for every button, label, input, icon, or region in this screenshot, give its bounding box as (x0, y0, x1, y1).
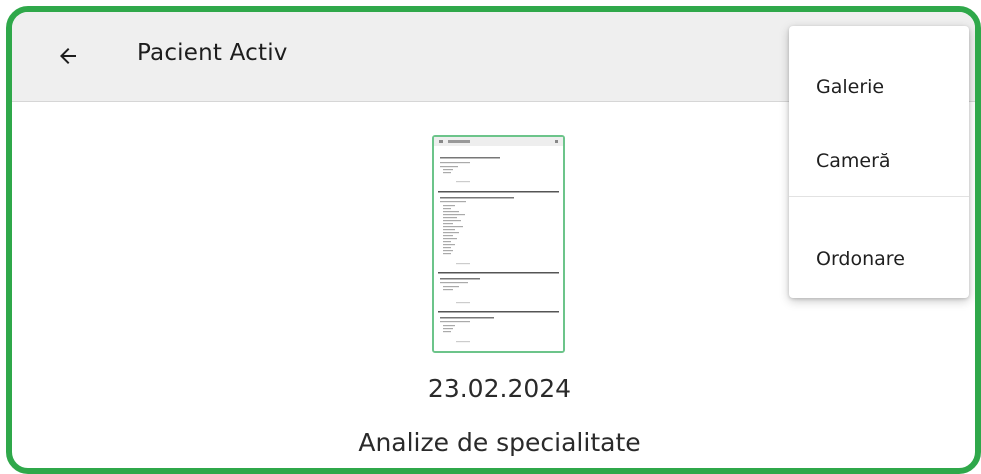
page-title: Pacient Activ (137, 40, 288, 66)
menu-item-ordonare[interactable]: Ordonare (789, 229, 969, 289)
menu-item-camera[interactable]: Cameră (789, 131, 969, 191)
arrow-left-icon (60, 48, 76, 64)
menu-item-galerie[interactable]: Galerie (789, 57, 969, 117)
document-date: 23.02.2024 (427, 374, 572, 403)
document-thumbnail[interactable] (432, 135, 565, 353)
back-button[interactable] (48, 36, 88, 76)
app-frame: Pacient Activ 23.02.2024 Analize de spec… (6, 6, 981, 474)
menu-divider (789, 196, 969, 197)
overflow-menu: Galerie Cameră Ordonare (789, 26, 969, 298)
document-preview-image (434, 137, 563, 351)
document-caption: Analize de specialitate (358, 428, 641, 457)
